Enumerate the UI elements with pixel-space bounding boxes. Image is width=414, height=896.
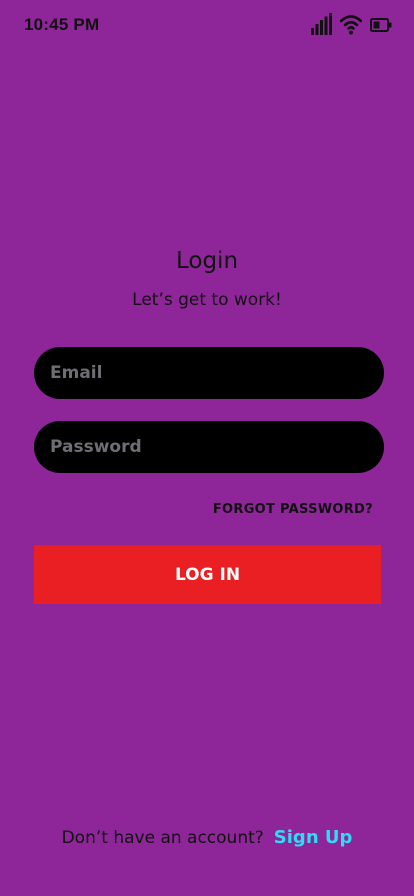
email-field[interactable]: [34, 347, 384, 399]
page-subtitle: Let’s get to work!: [132, 290, 282, 310]
cellular-signal-icon: [311, 13, 332, 39]
forgot-password-link[interactable]: FORGOT PASSWORD?: [213, 502, 373, 517]
page-title: Login: [175, 248, 239, 274]
signup-prompt: Don’t have an account? Sign Up: [0, 827, 414, 848]
login-button[interactable]: LOG IN: [34, 545, 381, 604]
password-field[interactable]: [34, 421, 384, 473]
signup-link[interactable]: Sign Up: [274, 827, 353, 848]
status-bar: 10:45 PM: [0, 0, 414, 52]
battery-icon: [370, 17, 392, 36]
wifi-icon: [339, 13, 363, 39]
status-time: 10:45 PM: [24, 15, 100, 34]
status-icons: [311, 13, 392, 39]
signup-prompt-text: Don’t have an account?: [61, 828, 264, 848]
